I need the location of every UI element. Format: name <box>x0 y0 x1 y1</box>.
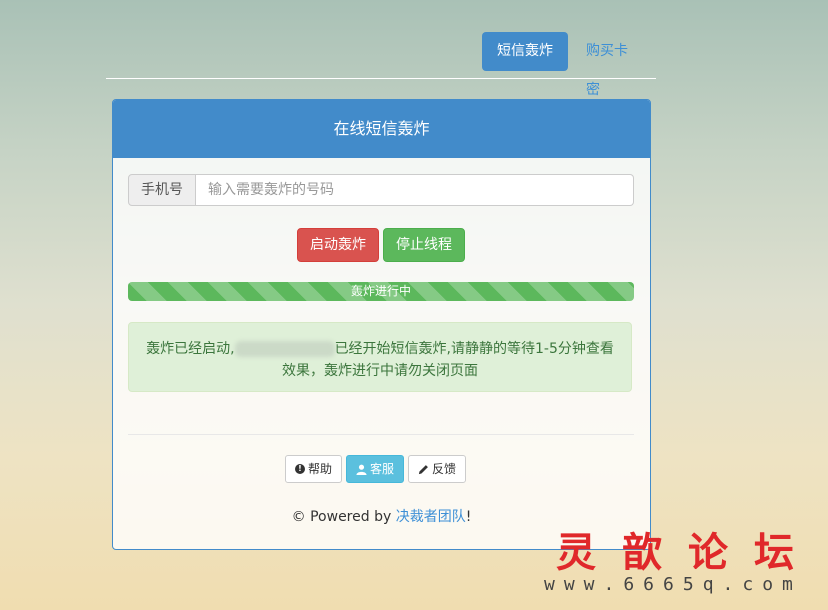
exclamation-circle-icon: ! <box>295 464 305 474</box>
tab-buy-card[interactable]: 购买卡密 <box>571 32 656 98</box>
team-link[interactable]: 决裁者团队 <box>396 509 466 525</box>
progress-track: 轰炸进行中 <box>128 282 634 301</box>
status-alert: 轰炸已经启动, 已经开始短信轰炸,请静静的等待1-5分钟查看效果，轰炸进行中请勿关… <box>128 322 632 392</box>
service-button[interactable]: 客服 <box>346 455 405 483</box>
feedback-label: 反馈 <box>432 462 457 476</box>
powered-suffix: ! <box>465 509 472 525</box>
footer-buttons: ! 帮助 客服 反馈 <box>285 455 467 483</box>
nav-tabs: 短信轰炸 购买卡密 <box>106 32 656 98</box>
stop-button[interactable]: 停止线程 <box>383 228 465 262</box>
divider <box>128 434 634 435</box>
start-button[interactable]: 启动轰炸 <box>297 228 379 262</box>
phone-label: 手机号 <box>128 174 196 206</box>
main-panel: 在线短信轰炸 手机号 输入需要轰炸的号码 启动轰炸 停止线程 轰炸进行中 轰炸已… <box>112 99 651 550</box>
help-button[interactable]: ! 帮助 <box>285 455 343 483</box>
watermark-url: www.6665q.com <box>544 574 802 595</box>
pencil-icon <box>418 464 428 474</box>
help-label: 帮助 <box>308 462 333 476</box>
alert-prefix: 轰炸已经启动, <box>146 341 235 357</box>
user-icon <box>356 464 367 475</box>
service-label: 客服 <box>370 462 395 476</box>
redacted-number <box>234 341 335 357</box>
phone-input-group: 手机号 输入需要轰炸的号码 <box>128 174 634 206</box>
tab-sms-bomb[interactable]: 短信轰炸 <box>482 32 568 71</box>
phone-input[interactable]: 输入需要轰炸的号码 <box>196 174 634 206</box>
watermark-logo: 灵歆论坛 <box>556 529 820 576</box>
progress-bar: 轰炸进行中 <box>350 284 411 298</box>
panel-title: 在线短信轰炸 <box>113 100 650 158</box>
action-buttons: 启动轰炸 停止线程 <box>297 228 465 262</box>
feedback-button[interactable]: 反馈 <box>408 455 467 483</box>
powered-prefix: © Powered by <box>291 509 396 525</box>
